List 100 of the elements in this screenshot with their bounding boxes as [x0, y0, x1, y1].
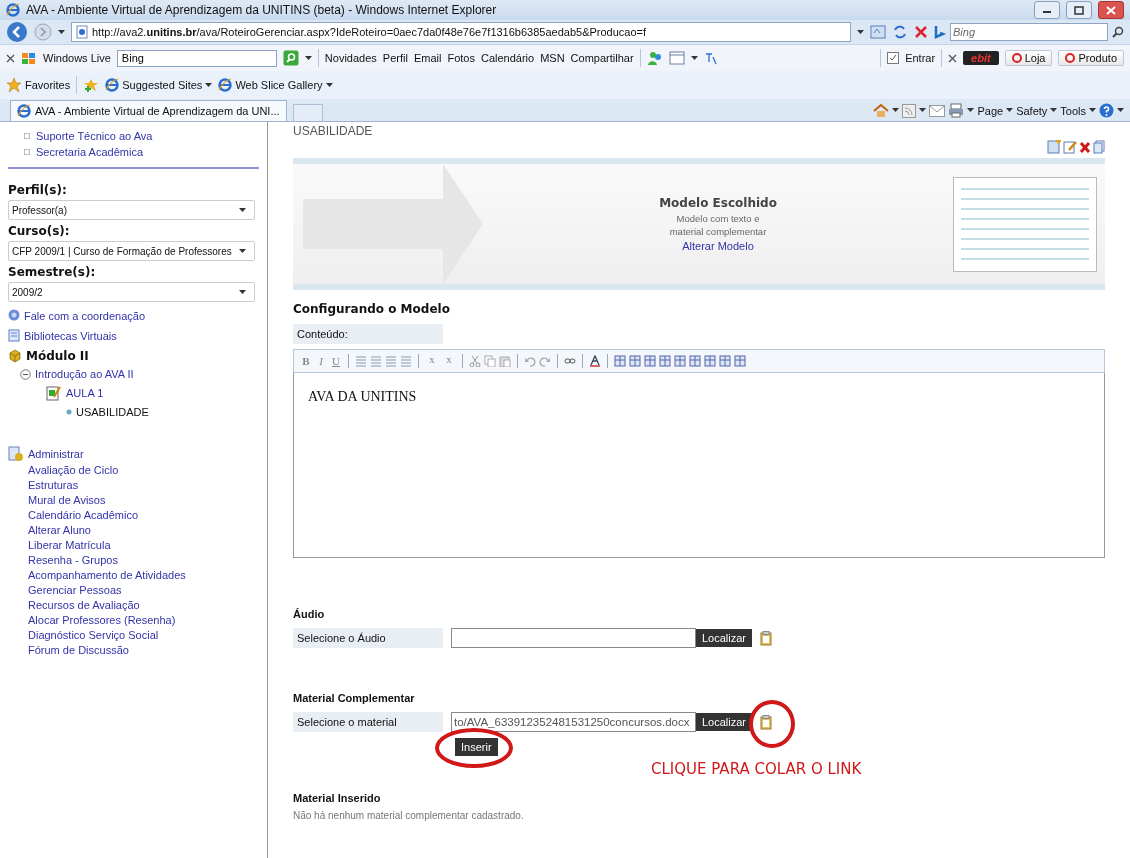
clipboard-icon[interactable]: [760, 630, 773, 646]
collapse-icon[interactable]: [20, 368, 31, 380]
close-button[interactable]: [1098, 1, 1124, 19]
table-icon[interactable]: [704, 355, 716, 367]
browse-button[interactable]: Localizar: [696, 713, 753, 731]
sidebar-link[interactable]: Resenha - Grupos: [8, 552, 259, 567]
sidebar-link[interactable]: Suporte Técnico ao Ava: [36, 130, 153, 142]
add-page-icon[interactable]: [1047, 140, 1061, 154]
link-icon[interactable]: [564, 355, 576, 367]
forward-icon[interactable]: [34, 23, 52, 41]
favorites-button[interactable]: Favorites: [6, 77, 71, 93]
table-icon[interactable]: [689, 355, 701, 367]
tree-item[interactable]: AULA 1: [66, 387, 104, 399]
toolbar-link[interactable]: Novidades: [324, 52, 377, 64]
caret-icon[interactable]: [205, 82, 213, 88]
caret-icon[interactable]: [1050, 108, 1058, 113]
caret-icon[interactable]: [857, 29, 864, 35]
caret-icon[interactable]: [1117, 108, 1124, 113]
ebit-logo[interactable]: ebit: [963, 51, 999, 65]
filter-dropdown[interactable]: 2009/2: [8, 282, 255, 302]
redo-icon[interactable]: [539, 355, 551, 367]
delete-icon[interactable]: [1079, 140, 1091, 154]
print-icon[interactable]: [948, 103, 965, 118]
toolbar-link[interactable]: MSN: [540, 52, 565, 64]
change-model-link[interactable]: Alterar Modelo: [682, 240, 754, 253]
sidebar-link[interactable]: Recursos de Avaliação: [8, 597, 259, 612]
table-icon[interactable]: [629, 355, 641, 367]
favorites-link[interactable]: Web Slice Gallery: [218, 78, 333, 92]
search-button-icon[interactable]: [282, 50, 299, 66]
toolbar-link[interactable]: Perfil: [382, 52, 408, 64]
sidebar-link[interactable]: Administrar: [28, 448, 84, 460]
sidebar-link[interactable]: Fale com a coordenação: [24, 309, 146, 322]
maximize-button[interactable]: [1066, 1, 1092, 19]
copy-icon[interactable]: [1093, 140, 1105, 154]
browse-button[interactable]: Localizar: [696, 629, 753, 647]
caret-icon[interactable]: [967, 108, 975, 113]
toolbar-button[interactable]: Produto: [1058, 50, 1124, 66]
table-icon[interactable]: [719, 355, 731, 367]
toolbar-search-field[interactable]: Bing: [116, 49, 277, 67]
clipboard-icon[interactable]: [760, 714, 773, 730]
caret-icon[interactable]: [1006, 108, 1014, 113]
sidebar-link[interactable]: Fórum de Discussão: [8, 642, 259, 657]
tree-item[interactable]: USABILIDADE: [76, 406, 149, 418]
caret-icon[interactable]: [325, 82, 333, 88]
sidebar-link[interactable]: Alocar Professores (Resenha): [8, 612, 259, 627]
search-field[interactable]: Bing: [950, 23, 1108, 41]
url-field[interactable]: http://ava2.unitins.br/ava/RoteiroGerenciar.aspx?IdeRoteiro=0aec7da0f48e76e7f1316b6385aedab5&Producao=f: [71, 22, 851, 42]
text-editor[interactable]: AVA DA UNITINS: [293, 373, 1105, 558]
close-icon[interactable]: [6, 53, 15, 63]
checkbox-icon[interactable]: [887, 52, 900, 64]
caret-icon[interactable]: [690, 55, 698, 61]
copy-icon[interactable]: [484, 355, 496, 367]
back-icon[interactable]: [6, 21, 28, 43]
sidebar-link[interactable]: Estruturas: [8, 477, 259, 492]
caret-icon[interactable]: [919, 108, 927, 113]
help-icon[interactable]: [1099, 103, 1114, 118]
font-color-icon[interactable]: [589, 355, 601, 367]
toolbar-link[interactable]: Calendário: [480, 52, 535, 64]
compatibility-icon[interactable]: [870, 24, 886, 40]
toolbar-button[interactable]: Loja: [1004, 50, 1053, 66]
toolbar-link[interactable]: Fotos: [447, 52, 475, 64]
sidebar-link[interactable]: Gerenciar Pessoas: [8, 582, 259, 597]
messenger-icon[interactable]: [646, 50, 663, 66]
signin-link[interactable]: Entrar: [905, 52, 936, 64]
close-icon[interactable]: [948, 53, 958, 63]
refresh-icon[interactable]: [892, 24, 908, 40]
insert-button[interactable]: Inserir: [455, 738, 498, 756]
toolbar-button[interactable]: x: [425, 353, 439, 369]
tree-item[interactable]: Introdução ao AVA II: [35, 368, 134, 380]
toolbar-link[interactable]: Email: [413, 52, 442, 64]
table-icon[interactable]: [614, 355, 626, 367]
favorites-link[interactable]: Suggested Sites: [105, 78, 213, 92]
caret-icon[interactable]: [58, 29, 65, 35]
toolbar-link[interactable]: Compartilhar: [570, 52, 634, 64]
search-icon[interactable]: [1112, 26, 1124, 38]
command-menu[interactable]: Tools: [1060, 104, 1096, 117]
sidebar-link[interactable]: Alterar Aluno: [8, 522, 259, 537]
file-path-field[interactable]: [451, 628, 696, 648]
filter-dropdown[interactable]: CFP 2009/1 | Curso de Formação de Professores: [8, 241, 255, 261]
sidebar-link[interactable]: Avaliação de Ciclo: [8, 462, 259, 477]
add-favorite-icon[interactable]: [83, 77, 100, 93]
table-icon[interactable]: [734, 355, 746, 367]
sidebar-link[interactable]: Acompanhamento de Atividades: [8, 567, 259, 582]
browser-tab[interactable]: AVA - Ambiente Virtual de Aprendizagem da UNI...: [10, 100, 287, 121]
sidebar-link[interactable]: Bibliotecas Virtuais: [24, 329, 117, 342]
table-icon[interactable]: [674, 355, 686, 367]
undo-icon[interactable]: [524, 355, 536, 367]
paste-icon[interactable]: [499, 355, 511, 367]
sidebar-link[interactable]: Liberar Matrícula: [8, 537, 259, 552]
stop-icon[interactable]: [914, 25, 928, 39]
cut-icon[interactable]: [469, 355, 481, 367]
caret-icon[interactable]: [1089, 108, 1096, 113]
caret-icon[interactable]: [892, 108, 900, 113]
sidebar-link[interactable]: Calendário Acadêmico: [8, 507, 259, 522]
window-icon[interactable]: [668, 51, 685, 65]
toolbar-button[interactable]: x: [442, 353, 456, 369]
sidebar-link[interactable]: Mural de Avisos: [8, 492, 259, 507]
table-icon[interactable]: [644, 355, 656, 367]
toolbar-button[interactable]: U: [330, 355, 342, 367]
table-icon[interactable]: [659, 355, 671, 367]
